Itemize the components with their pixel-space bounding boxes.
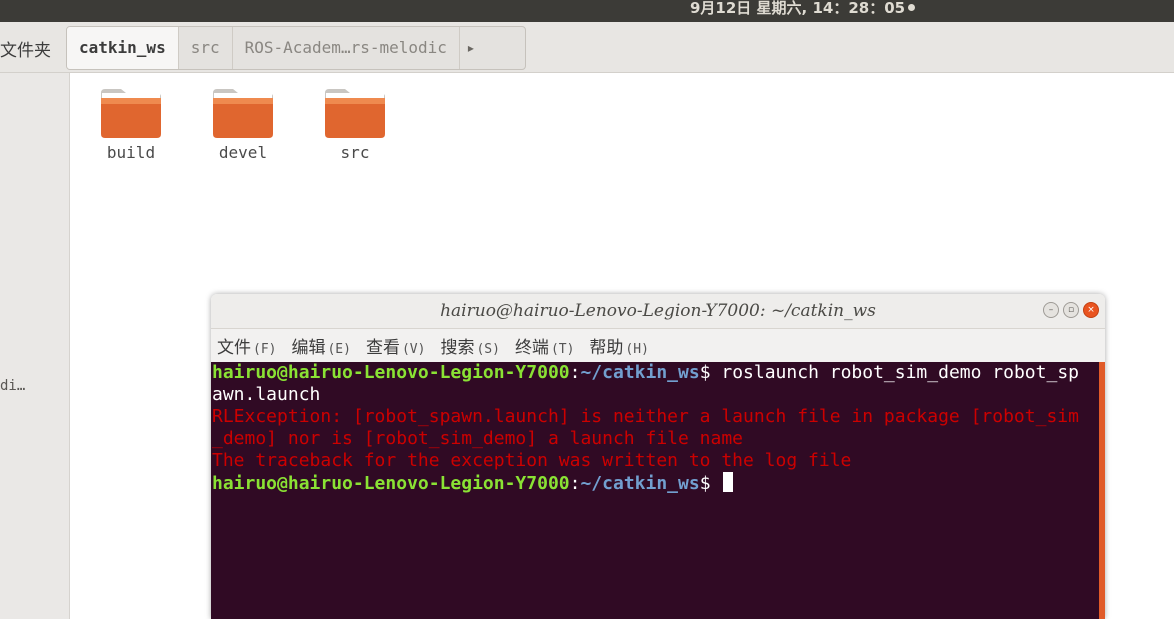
menu-label: 文件 xyxy=(217,338,251,358)
prompt-user: hairuo@hairuo-Lenovo-Legion-Y7000 xyxy=(212,362,570,383)
menu-terminal[interactable]: 终端 (T) xyxy=(515,333,574,358)
menu-label: 终端 xyxy=(514,338,549,358)
close-button[interactable]: × xyxy=(1083,302,1099,318)
breadcrumb-scroll-right-button[interactable]: ▸ xyxy=(460,27,482,69)
terminal-menu-bar: 文件 (F) 编辑 (E) 查看 (V) 搜索 (S) 终端 (T) 帮助 (H) xyxy=(211,329,1105,362)
terminal-line: hairuo@hairuo-Lenovo-Legion-Y7000:~/catk… xyxy=(212,362,1100,384)
chevron-right-icon: ▸ xyxy=(467,41,474,55)
close-icon: × xyxy=(1087,305,1095,315)
terminal-output[interactable]: hairuo@hairuo-Lenovo-Legion-Y7000:~/catk… xyxy=(211,362,1100,619)
terminal-title: hairuo@hairuo-Lenovo-Legion-Y7000: ~/cat… xyxy=(440,301,876,321)
terminal-line: hairuo@hairuo-Lenovo-Legion-Y7000:~/catk… xyxy=(212,472,1100,495)
file-item-src[interactable]: src xyxy=(305,87,405,162)
minimize-button[interactable]: – xyxy=(1043,302,1059,318)
terminal-line: awn.launch xyxy=(212,384,1100,406)
terminal-scrollbar[interactable] xyxy=(1099,362,1105,619)
error-line: RLException: [robot_spawn.launch] is nei… xyxy=(212,406,1079,427)
file-item-build[interactable]: build xyxy=(81,87,181,162)
text-cursor xyxy=(723,472,734,492)
command-text-wrapped: awn.launch xyxy=(212,384,321,405)
minimize-icon: – xyxy=(1048,305,1054,315)
folder-icon xyxy=(213,89,273,138)
file-item-devel[interactable]: devel xyxy=(193,87,293,162)
prompt-symbol: $ xyxy=(699,362,711,383)
breadcrumb-ros-academy[interactable]: ROS-Academ…rs-melodic xyxy=(233,27,460,69)
menu-accel: (F) xyxy=(253,342,277,357)
menu-edit[interactable]: 编辑 (E) xyxy=(291,333,350,358)
top-bar: 9月12日 星期六, 14：28：05 xyxy=(0,0,1174,22)
back-location-label[interactable]: 文件夹 xyxy=(0,36,51,61)
sidebar: di… xyxy=(0,73,70,619)
maximize-button[interactable]: ▫ xyxy=(1063,302,1079,318)
prompt-path: ~/catkin_ws xyxy=(580,473,700,494)
prompt-separator: : xyxy=(569,362,581,383)
menu-file[interactable]: 文件 (F) xyxy=(217,333,276,358)
prompt-separator: : xyxy=(569,473,581,494)
folder-icon xyxy=(325,89,385,138)
prompt-user: hairuo@hairuo-Lenovo-Legion-Y7000 xyxy=(212,473,570,494)
menu-accel: (E) xyxy=(327,342,351,357)
menu-label: 编辑 xyxy=(291,338,326,358)
notification-dot-icon xyxy=(908,4,916,11)
menu-search[interactable]: 搜索 (S) xyxy=(440,333,499,358)
file-manager-header: 文件夹 catkin_ws src ROS-Academ…rs-melodic … xyxy=(0,22,1174,73)
menu-label: 帮助 xyxy=(589,338,624,358)
breadcrumb-catkin-ws[interactable]: catkin_ws xyxy=(67,27,179,69)
error-line: _demo] nor is [robot_sim_demo] a launch … xyxy=(212,428,744,449)
sidebar-item-label[interactable]: di… xyxy=(0,378,25,394)
path-bar: catkin_ws src ROS-Academ…rs-melodic ▸ xyxy=(66,26,526,70)
file-name: src xyxy=(340,143,370,162)
menu-accel: (V) xyxy=(401,342,426,357)
terminal-window: hairuo@hairuo-Lenovo-Legion-Y7000: ~/cat… xyxy=(211,294,1105,619)
breadcrumb-src[interactable]: src xyxy=(179,27,233,69)
command-text: roslaunch robot_sim_demo robot_sp xyxy=(710,362,1079,383)
clock-text: 9月12日 星期六, 14：28：05 xyxy=(690,0,906,17)
file-name: devel xyxy=(218,143,268,162)
maximize-icon: ▫ xyxy=(1067,305,1075,315)
error-line: The traceback for the exception was writ… xyxy=(212,450,852,471)
prompt-path: ~/catkin_ws xyxy=(580,362,700,383)
menu-accel: (H) xyxy=(625,342,649,357)
menu-accel: (T) xyxy=(550,342,575,357)
terminal-title-bar[interactable]: hairuo@hairuo-Lenovo-Legion-Y7000: ~/cat… xyxy=(211,294,1105,329)
menu-label: 搜索 xyxy=(440,338,475,358)
file-name: build xyxy=(106,143,156,162)
menu-label: 查看 xyxy=(365,338,400,358)
prompt-symbol: $ xyxy=(699,473,711,494)
menu-view[interactable]: 查看 (V) xyxy=(366,333,425,358)
menu-help[interactable]: 帮助 (H) xyxy=(589,333,648,358)
menu-accel: (S) xyxy=(476,342,500,357)
folder-icon xyxy=(101,89,161,138)
clock[interactable]: 9月12日 星期六, 14：28：05 xyxy=(690,0,916,22)
